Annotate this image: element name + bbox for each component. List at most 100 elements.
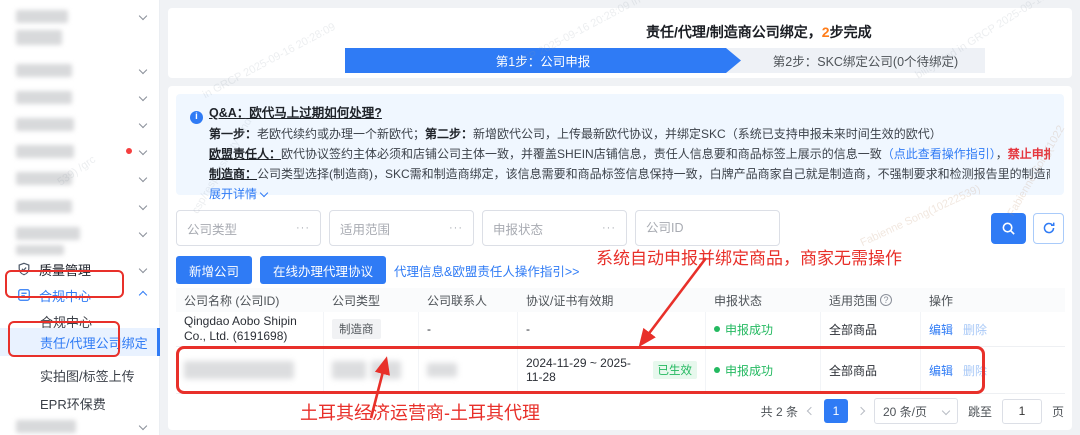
chevron-down-icon [138,201,148,211]
chevron-down-icon [941,406,951,416]
search-button[interactable] [991,212,1026,244]
sidebar-item-redacted[interactable] [0,139,160,163]
qa-manufacturer-text: 公司类型选择(制造商)，SKC需和制造商绑定，该信息需要和商品标签信息保持一致，… [257,166,1050,181]
redacted-label [16,226,80,240]
chevron-down-icon [138,173,148,183]
col-scope-label: 适用范围 [829,293,878,308]
cell-company-type: 制造商 [324,312,419,347]
edit-link[interactable]: 编辑 [929,362,953,379]
table-row: Qingdao Aobo Shipin Co., Ltd. (6191698) … [176,312,1065,347]
sidebar-item-redacted[interactable] [0,27,160,47]
scope-filter[interactable]: 适用范围 ··· [329,210,474,246]
company-id-input[interactable] [646,221,769,235]
jump-label: 跳至 [967,404,992,419]
company-type-filter[interactable]: 公司类型 ··· [176,210,321,246]
edit-link[interactable]: 编辑 [929,321,953,338]
sidebar-item-redacted[interactable] [0,242,160,258]
page-unit-label: 页 [1051,404,1064,419]
redacted-type-tag [332,361,366,379]
company-id-filter [635,210,780,246]
sidebar-item-redacted[interactable] [0,4,160,28]
qa-step2-text: 新增欧代公司，上传最新欧代协议，并绑定SKC（系统已支持申报未来时间生效的欧代） [473,126,942,141]
col-scope: 适用范围? [821,288,921,312]
chevron-down-icon [138,228,148,238]
expand-details-label: 展开详情 [209,186,258,201]
sidebar-item-label: 责任/代理公司绑定 [40,335,148,351]
status-text: 申报成功 [725,363,774,378]
page-title: 责任/代理/制造商公司绑定，2步完成 [646,22,872,42]
qa-step2-label: 第二步： [425,126,474,141]
add-company-button[interactable]: 新增公司 [176,256,253,284]
jump-page-input[interactable] [1001,398,1042,424]
sidebar-item-responsible-agent-binding[interactable]: 责任/代理公司绑定 [0,328,160,356]
page-title-step-count: 2 [821,24,830,40]
chevron-down-icon [259,188,269,197]
redacted-contact [427,363,457,377]
qa-title[interactable]: Q&A：欧代马上过期如何处理? [209,106,382,120]
table-row: 2024-11-29 ~ 2025-11-28 已生效 申报成功 全部商品 编辑删… [176,347,1065,394]
sidebar-item-quality-management[interactable]: 质量管理 [0,257,160,281]
agent-info-guide-link[interactable]: 代理信息&欧盟责任人操作指引>> [394,261,579,280]
sidebar-item-label: 合规中心 [39,288,92,304]
notification-dot [126,148,132,154]
sidebar-item-epr-fee[interactable]: EPR环保费 [0,391,160,415]
chevron-down-icon [138,119,148,129]
qa-notice-box: i Q&A：欧代马上过期如何处理? 第一步：老欧代续约或办理一个新欧代；第二步：新… [176,94,1064,201]
more-options-icon: ··· [449,222,463,234]
total-count: 共 2 条 [760,404,798,419]
next-page-icon[interactable] [856,406,866,416]
sidebar-item-label: 质量管理 [39,262,92,278]
page-size-select[interactable]: 20 条/页 [873,398,958,424]
step-2-label: 第2步：SKC绑定公司(0个待绑定) [772,55,959,69]
declare-status-placeholder: 申报状态 [493,222,544,237]
cell-actions: 编辑 删除 [921,312,1065,347]
sidebar-item-redacted[interactable] [0,85,160,109]
delete-link[interactable]: 删除 [963,321,987,338]
qa-eu-rep-text: 欧代协议签约主体必须和店铺公司主体一致，并覆盖SHEIN店铺信息，责任人信息要和… [281,146,882,161]
chevron-up-icon [138,290,148,300]
step-2-skc-binding[interactable]: 第2步：SKC绑定公司(0个待绑定) [726,48,985,73]
qa-step1-text: 老欧代续约或办理一个新欧代； [257,126,426,141]
info-icon: i [190,110,203,124]
page-number-button[interactable]: 1 [823,399,848,423]
step-1-company-declare[interactable]: 第1步：公司申报 [345,48,741,73]
redacted-label [16,9,68,23]
pagination: 共 2 条 1 20 条/页 跳至 页 [761,398,1064,424]
expand-details-link[interactable]: 展开详情 [209,186,269,201]
sidebar-item-redacted[interactable] [0,58,160,82]
prev-page-icon[interactable] [806,406,816,416]
status-dot [714,367,720,373]
qa-eu-rep-label: 欧盟责任人： [209,146,282,161]
redacted-company-name [184,361,294,379]
cell-company-type [324,347,419,394]
refresh-button[interactable] [1033,212,1064,244]
redacted-label [16,419,76,433]
table-header-row: 公司名称 (公司ID) 公司类型 公司联系人 协议/证书有效期 申报状态 适用范… [176,288,1065,312]
declare-status-filter[interactable]: 申报状态 ··· [482,210,627,246]
sidebar-item-compliance-center[interactable]: 合规中心 [0,283,160,307]
screen: 质量管理 合规中心 合规中心 责任/代理公司绑定 实拍图/标签上传 EPR环保费… [0,0,1080,435]
redacted-label [16,117,74,131]
main-panel: i Q&A：欧代马上过期如何处理? 第一步：老欧代续约或办理一个新欧代；第二步：新… [168,86,1072,430]
sidebar-item-redacted[interactable] [0,414,160,435]
qa-blacklist-warning: 禁止申报黑名单欧代 [1007,146,1050,161]
col-status: 申报状态 [706,288,821,312]
help-icon[interactable]: ? [880,294,893,306]
validity-text: 2024-11-29 ~ 2025-11-28 [526,356,631,384]
qa-guide-link[interactable]: （点此查看操作指引） [882,147,996,161]
sidebar-item-redacted[interactable] [0,166,160,190]
qa-manufacturer-label: 制造商： [209,166,258,181]
sidebar-item-redacted[interactable] [0,194,160,218]
cell-scope: 全部商品 [821,312,921,347]
chevron-down-icon [138,421,148,431]
sidebar-item-label: 实拍图/标签上传 [40,368,135,384]
page-size-value: 20 条/页 [882,404,927,419]
sidebar-item-photo-label-upload[interactable]: 实拍图/标签上传 [0,363,160,387]
sidebar-item-label: EPR环保费 [40,396,106,412]
sidebar-item-redacted[interactable] [0,112,160,136]
delete-link[interactable]: 删除 [963,362,987,379]
type-tag: 制造商 [332,319,381,339]
online-agreement-button[interactable]: 在线办理代理协议 [260,256,387,284]
redacted-label [16,199,72,213]
binding-steps-card: 责任/代理/制造商公司绑定，2步完成 第1步：公司申报 第2步：SKC绑定公司(… [168,8,1072,78]
